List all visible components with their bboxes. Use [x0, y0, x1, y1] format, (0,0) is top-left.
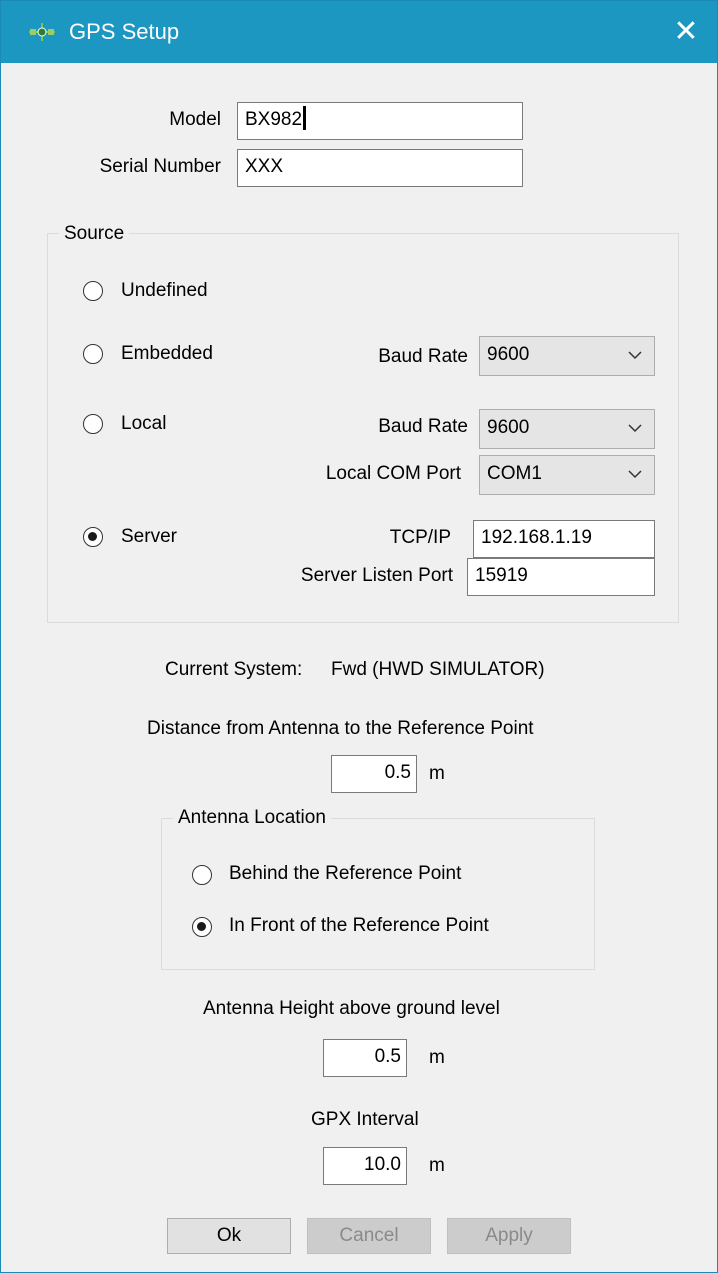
- antenna-height-unit: m: [429, 1047, 445, 1068]
- text-cursor: [303, 106, 307, 130]
- gps-setup-dialog: GPS Setup ✕ Model BX982 Serial Number XX…: [0, 0, 718, 1273]
- server-listen-port-label: Server Listen Port: [300, 565, 453, 586]
- radio-selected-dot: [197, 922, 206, 931]
- antenna-height-label: Antenna Height above ground level: [203, 998, 500, 1019]
- gpx-interval-input[interactable]: 10.0: [323, 1147, 407, 1185]
- close-button[interactable]: ✕: [665, 11, 707, 53]
- distance-label: Distance from Antenna to the Reference P…: [147, 718, 534, 739]
- current-system-label: Current System:: [165, 659, 303, 680]
- antenna-location-groupbox: [161, 818, 595, 970]
- radio-behind-reference[interactable]: [192, 865, 212, 885]
- distance-input[interactable]: 0.5: [331, 755, 417, 793]
- radio-embedded[interactable]: [83, 344, 103, 364]
- apply-button[interactable]: Apply: [447, 1218, 571, 1254]
- undefined-label: Undefined: [121, 280, 208, 301]
- embedded-label: Embedded: [121, 343, 213, 364]
- distance-unit: m: [429, 763, 445, 784]
- current-system-value: Fwd (HWD SIMULATOR): [331, 659, 545, 680]
- close-icon: ✕: [673, 15, 699, 48]
- antenna-location-title: Antenna Location: [173, 807, 331, 829]
- gpx-interval-unit: m: [429, 1155, 445, 1176]
- chevron-down-icon: [628, 470, 642, 479]
- source-group-title: Source: [59, 223, 130, 245]
- embedded-baud-rate-label: Baud Rate: [378, 346, 468, 367]
- gpx-interval-label: GPX Interval: [311, 1109, 419, 1130]
- antenna-height-input[interactable]: 0.5: [323, 1039, 407, 1077]
- local-com-port-select[interactable]: COM1: [479, 455, 655, 495]
- serial-number-label: Serial Number: [99, 156, 221, 177]
- ok-button[interactable]: Ok: [167, 1218, 291, 1254]
- front-reference-label: In Front of the Reference Point: [229, 915, 489, 936]
- tcpip-label: TCP/IP: [389, 527, 451, 548]
- radio-local[interactable]: [83, 414, 103, 434]
- local-label: Local: [121, 413, 167, 434]
- chevron-down-icon: [628, 424, 642, 433]
- model-label: Model: [169, 109, 221, 130]
- radio-server[interactable]: [83, 527, 103, 547]
- title-bar: GPS Setup ✕: [1, 1, 717, 63]
- chevron-down-icon: [628, 351, 642, 360]
- serial-number-input[interactable]: XXX: [237, 149, 523, 187]
- tcpip-input[interactable]: 192.168.1.19: [473, 520, 655, 558]
- radio-front-reference[interactable]: [192, 917, 212, 937]
- local-baud-rate-label: Baud Rate: [378, 416, 468, 437]
- cancel-button[interactable]: Cancel: [307, 1218, 431, 1254]
- model-input[interactable]: BX982: [237, 102, 523, 140]
- radio-undefined[interactable]: [83, 281, 103, 301]
- server-label: Server: [121, 526, 177, 547]
- gps-satellite-icon: [29, 23, 55, 41]
- behind-reference-label: Behind the Reference Point: [229, 863, 462, 884]
- radio-selected-dot: [88, 532, 97, 541]
- local-baud-rate-select[interactable]: 9600: [479, 409, 655, 449]
- server-listen-port-input[interactable]: 15919: [467, 558, 655, 596]
- local-com-port-label: Local COM Port: [325, 463, 461, 484]
- embedded-baud-rate-select[interactable]: 9600: [479, 336, 655, 376]
- window-title: GPS Setup: [69, 19, 180, 44]
